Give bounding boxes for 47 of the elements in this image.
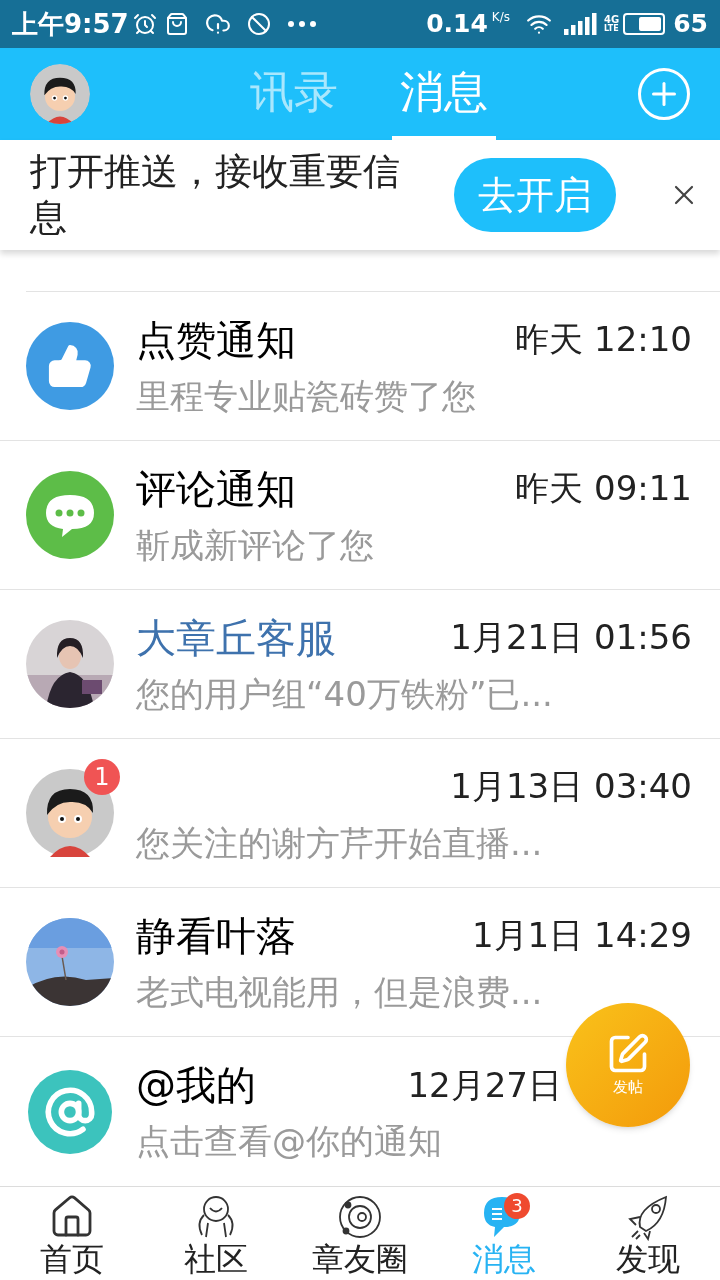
push-prompt: 打开推送，接收重要信息	[30, 149, 401, 241]
new-post-button[interactable]: 发帖	[566, 1003, 690, 1127]
bag-icon	[164, 12, 189, 36]
nav-tab[interactable]: 社区	[144, 1187, 288, 1280]
message-preview: 靳成新评论了您	[136, 523, 375, 567]
nav-badge: 3	[504, 1193, 530, 1219]
more-icon	[286, 20, 317, 28]
message-preview: 您关注的谢方芹开始直播...	[136, 821, 544, 865]
cartoon-avatar	[30, 64, 90, 124]
nav-label: 首页	[40, 1243, 104, 1275]
message-preview: 老式电视能用，但是浪费...	[136, 970, 544, 1014]
profile-avatar[interactable]	[30, 64, 90, 124]
enable-button[interactable]: 去开启	[454, 158, 616, 232]
message-preview: 您的用户组“40万铁粉”已...	[136, 672, 554, 716]
nav-tab[interactable]: 章友圈	[288, 1187, 432, 1280]
sender-name: 评论通知	[136, 464, 296, 514]
nav-label: 发现	[616, 1243, 680, 1275]
battery-icon	[623, 13, 666, 35]
nav-label: 消息	[472, 1243, 536, 1275]
sender-name: 静看叶落	[136, 911, 296, 961]
nav-tab[interactable]: 发现	[576, 1187, 720, 1280]
battery-percent: 65	[673, 8, 708, 41]
nav-label: 章友圈	[312, 1243, 408, 1275]
message-time: 12月27日	[407, 1063, 562, 1107]
cloud-icon	[204, 11, 231, 37]
message-time: 昨天 12:10	[515, 318, 692, 361]
network-subtype: LTE	[604, 25, 620, 33]
clock-time: 上午9:57	[12, 7, 129, 41]
sender-name: 点赞通知	[136, 315, 296, 365]
sender-name: @我的	[136, 1061, 256, 1110]
nav-label: 社区	[184, 1243, 248, 1275]
nav-tab[interactable]: 3 消息	[432, 1187, 576, 1280]
nav-tab[interactable]: 首页	[0, 1187, 144, 1280]
alarm-icon	[132, 12, 157, 36]
message-time: 1月1日 14:29	[471, 914, 692, 957]
message-time: 1月21日 01:56	[450, 616, 692, 659]
message-preview: 里程专业贴瓷砖赞了您	[136, 374, 477, 418]
blocked-icon	[246, 12, 271, 36]
network-speed: 0.14	[426, 8, 488, 41]
speed-unit: K/s	[491, 9, 511, 26]
sender-name: 大章丘客服	[136, 613, 336, 663]
chat-bubble-icon	[26, 471, 114, 559]
network-type: 4G	[604, 15, 620, 25]
unread-badge: 1	[84, 759, 120, 795]
message-time: 昨天 09:11	[515, 467, 692, 510]
message-preview: 点击查看@你的通知	[136, 1120, 443, 1163]
message-time: 1月13日 03:40	[450, 765, 692, 808]
